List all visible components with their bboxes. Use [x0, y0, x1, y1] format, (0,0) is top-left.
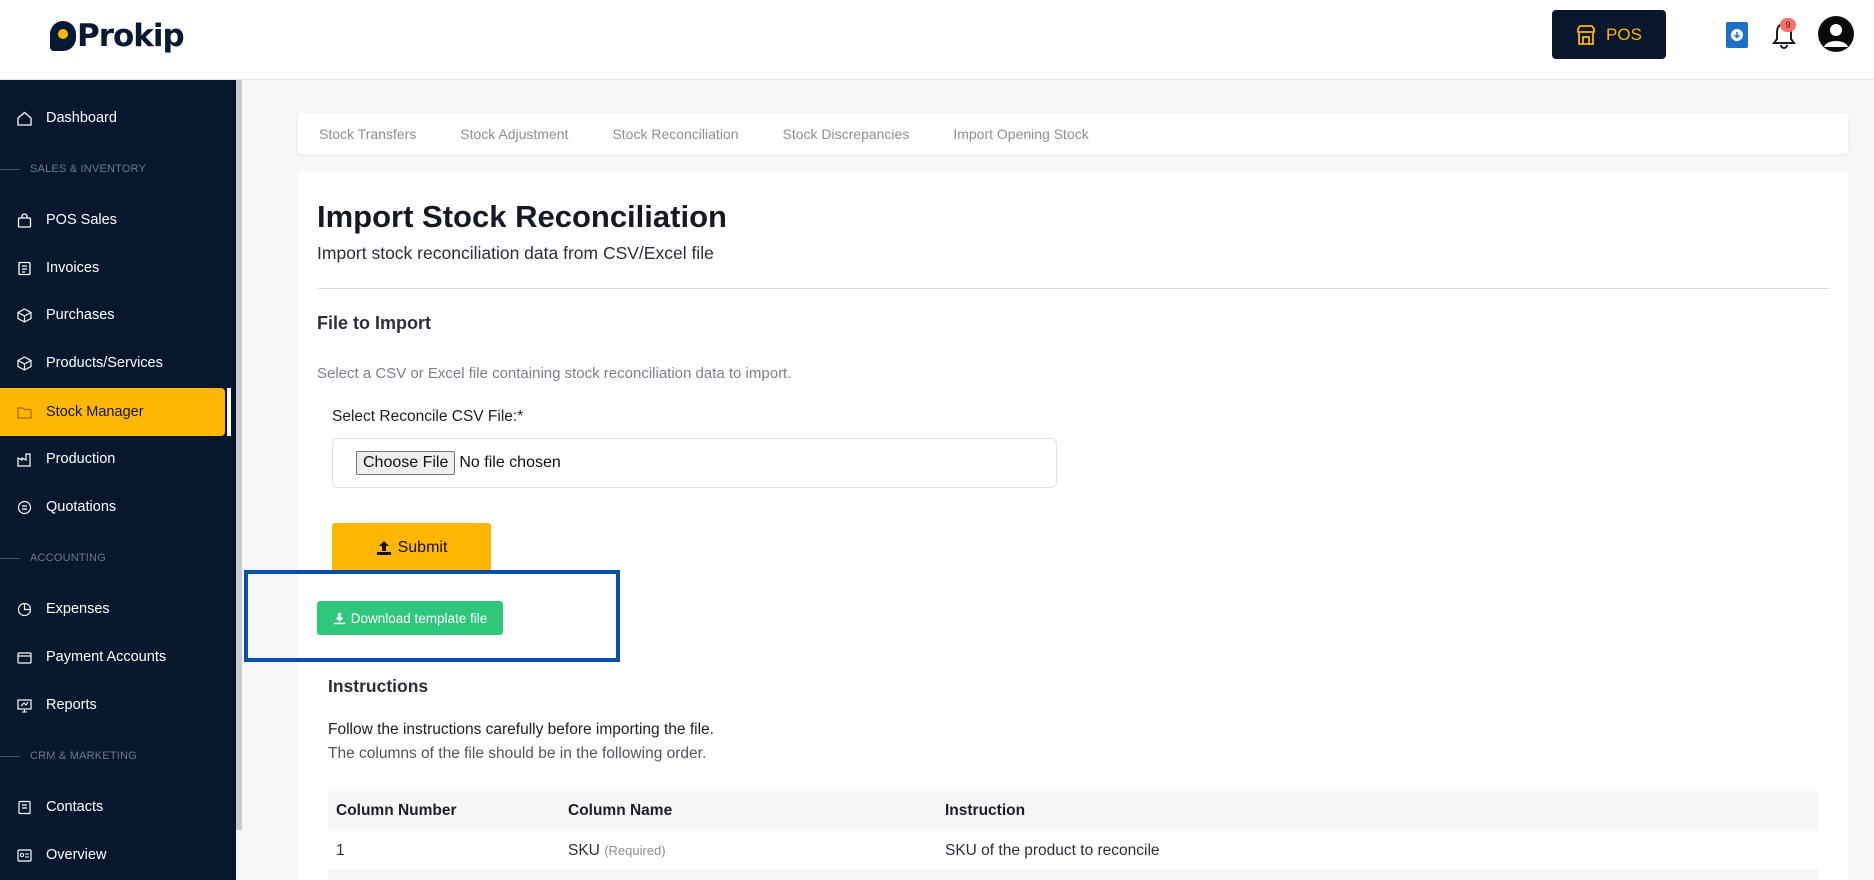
sidebar-item-purchases[interactable]: Purchases	[0, 291, 236, 339]
tab-stock-reconciliation[interactable]: Stock Reconciliation	[612, 126, 738, 142]
highlight-box	[244, 570, 620, 662]
quote-icon	[16, 499, 32, 515]
sidebar-item-label: Reports	[46, 697, 97, 713]
sidebar: Dashboard SALES & INVENTORY POS Sales In…	[0, 80, 236, 880]
factory-icon	[16, 451, 32, 467]
sidebar-item-expenses[interactable]: Expenses	[0, 585, 236, 633]
sidebar-item-products-services[interactable]: Products/Services	[0, 339, 236, 387]
tab-stock-discrepancies[interactable]: Stock Discrepancies	[783, 126, 910, 142]
box-icon	[16, 307, 32, 323]
instructions-line-1: Follow the instructions carefully before…	[328, 721, 714, 738]
column-header: Instruction	[945, 802, 1026, 819]
import-card: Import Stock Reconciliation Import stock…	[298, 171, 1848, 880]
sidebar-item-overview[interactable]: Overview	[0, 831, 236, 879]
tab-import-opening-stock[interactable]: Import Opening Stock	[953, 126, 1088, 142]
sidebar-section-crm-marketing: CRM & MARKETING	[0, 750, 236, 762]
store-icon	[1577, 24, 1595, 45]
file-help-text: Select a CSV or Excel file containing st…	[317, 365, 792, 382]
sidebar-item-label: Overview	[46, 847, 107, 863]
tab-stock-transfers[interactable]: Stock Transfers	[319, 126, 416, 142]
sidebar-item-label: Payment Accounts	[46, 649, 167, 665]
folder-icon	[16, 404, 32, 420]
sidebar-item-label: Expenses	[46, 601, 110, 617]
sidebar-item-dashboard[interactable]: Dashboard	[0, 94, 236, 142]
sidebar-item-contacts[interactable]: Contacts	[0, 783, 236, 831]
notification-count-badge: 9	[1780, 18, 1796, 32]
sidebar-item-label: Dashboard	[46, 110, 117, 126]
invoice-icon	[16, 260, 32, 276]
page-subtitle: Import stock reconciliation data from CS…	[317, 243, 714, 263]
sidebar-item-label: Purchases	[46, 307, 115, 323]
logo-mark-icon	[50, 21, 76, 51]
sidebar-item-label: Products/Services	[46, 355, 163, 371]
sidebar-item-invoices[interactable]: Invoices	[0, 244, 236, 292]
overview-icon	[16, 847, 32, 863]
no-file-text: No file chosen	[459, 454, 561, 471]
sidebar-item-label: Production	[46, 451, 116, 467]
table-cell: SKU of the product to reconcile	[945, 841, 1160, 859]
cube-icon	[16, 355, 32, 371]
logo-text: Prokip	[77, 18, 185, 54]
pos-button[interactable]: POS	[1552, 10, 1666, 59]
columns-table: Column Number Column Name Instruction 1 …	[328, 791, 1818, 880]
home-icon	[16, 110, 32, 126]
presentation-icon	[16, 697, 32, 713]
top-bar: Prokip POS 9	[0, 0, 1874, 80]
sidebar-item-label: Invoices	[46, 260, 100, 276]
table-cell: 1	[336, 841, 345, 859]
submit-button[interactable]: Submit	[332, 523, 491, 572]
divider	[317, 288, 1830, 289]
instructions-heading: Instructions	[328, 676, 429, 696]
sidebar-item-label: Quotations	[46, 499, 117, 515]
sidebar-item-label: Contacts	[46, 799, 104, 815]
sidebar-item-quotations[interactable]: Quotations	[0, 483, 236, 531]
submit-button-label: Submit	[397, 538, 448, 556]
sidebar-item-label: Stock Manager	[46, 404, 144, 420]
wallet-icon	[16, 649, 32, 665]
table-header: Column Number Column Name Instruction	[328, 791, 1818, 831]
table-cell: SKU (Required)	[568, 842, 945, 860]
bag-icon	[16, 212, 32, 228]
user-avatar-icon[interactable]	[1818, 16, 1854, 52]
sidebar-item-payment-accounts[interactable]: Payment Accounts	[0, 633, 236, 681]
stock-tabs: Stock Transfers Stock Adjustment Stock R…	[298, 113, 1848, 154]
tab-stock-adjustment[interactable]: Stock Adjustment	[460, 126, 568, 142]
pos-button-label: POS	[1606, 24, 1642, 44]
page-title: Import Stock Reconciliation	[317, 199, 727, 234]
prokip-logo[interactable]: Prokip	[50, 18, 185, 54]
upload-icon	[376, 540, 391, 555]
file-to-import-heading: File to Import	[317, 313, 431, 333]
table-row: 1 SKU (Required) SKU of the product to r…	[328, 831, 1818, 871]
download-app-icon[interactable]	[1726, 22, 1748, 48]
choose-file-button[interactable]: Choose File	[356, 451, 456, 475]
pie-icon	[16, 601, 32, 617]
sidebar-item-pos-sales[interactable]: POS Sales	[0, 196, 236, 244]
sidebar-item-production[interactable]: Production	[0, 435, 236, 483]
file-field-label: Select Reconcile CSV File:*	[332, 408, 524, 425]
contacts-icon	[16, 799, 32, 815]
column-header: Column Name	[568, 802, 673, 819]
required-tag: (Required)	[604, 842, 666, 858]
column-header: Column Number	[336, 802, 457, 819]
column-name: SKU	[568, 841, 600, 859]
sidebar-item-label: POS Sales	[46, 212, 117, 228]
instructions-line-2: The columns of the file should be in the…	[328, 745, 707, 762]
sidebar-section-sales-inventory: SALES & INVENTORY	[0, 163, 236, 175]
sidebar-item-reports[interactable]: Reports	[0, 681, 236, 729]
file-input[interactable]: Choose File No file chosen	[332, 438, 1057, 488]
sidebar-item-stock-manager[interactable]: Stock Manager	[0, 388, 231, 436]
table-row	[328, 871, 1818, 880]
sidebar-section-accounting: ACCOUNTING	[0, 552, 236, 564]
sidebar-scrollbar[interactable]	[236, 80, 242, 830]
